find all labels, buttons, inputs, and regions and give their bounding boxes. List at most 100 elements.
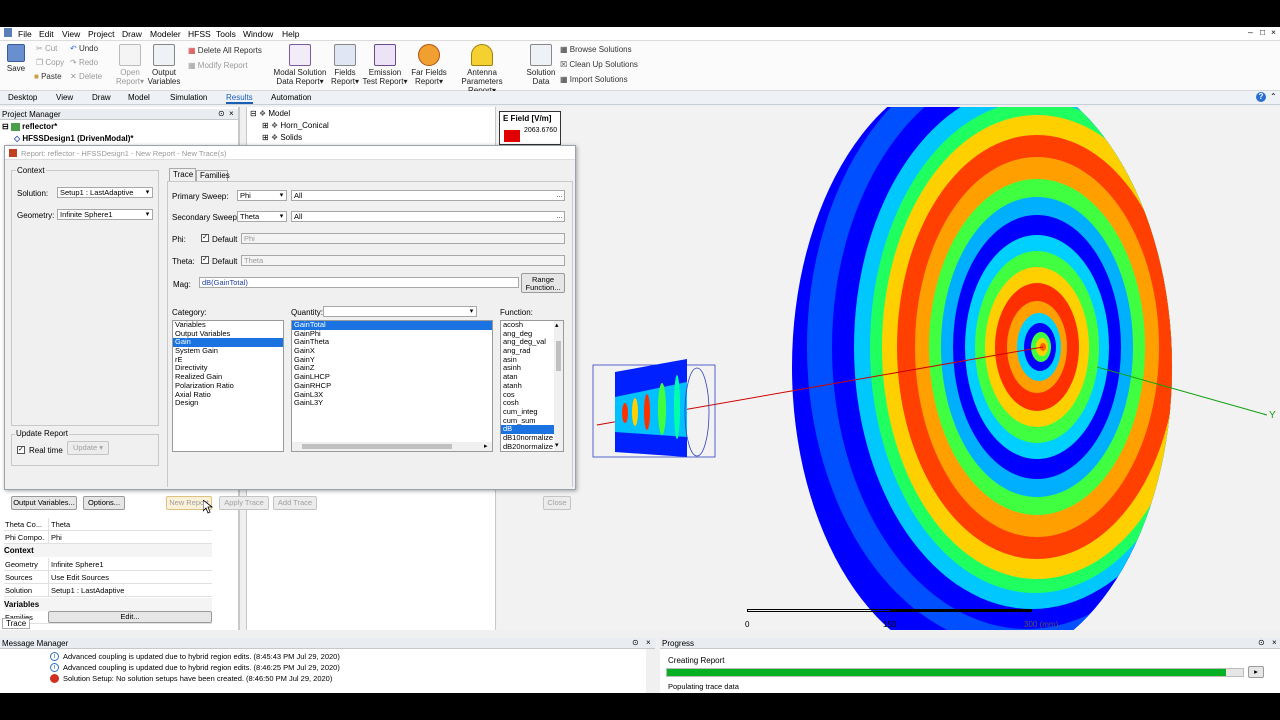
property-row[interactable]: Theta Co... Theta xyxy=(4,518,212,531)
tab-results[interactable]: Results xyxy=(226,93,253,104)
project-manager-close-icon[interactable]: × xyxy=(229,109,234,118)
message-manager-pin-icon[interactable]: ⊙ xyxy=(632,638,639,647)
property-row[interactable]: Solution Setup1 : LastAdaptive xyxy=(4,584,212,597)
tree-item-horn-conical[interactable]: ⊞ ❖ Horn_Conical xyxy=(262,121,329,130)
fields-report-button[interactable]: Fields Report▾ xyxy=(330,44,360,86)
quantity-list[interactable]: GainTotal GainPhi GainTheta GainX GainY GainZ… xyxy=(291,320,493,452)
category-list-item[interactable]: Design xyxy=(173,398,283,408)
tab-trace[interactable]: Trace xyxy=(2,618,30,629)
paste-button[interactable]: ■ Paste xyxy=(34,72,62,81)
real-time-checkbox[interactable]: ✓ xyxy=(17,446,25,454)
quantity-list-item[interactable]: GainTotal xyxy=(292,321,492,330)
quantity-filter-select[interactable]: ▾ xyxy=(323,306,477,317)
far-fields-report-button[interactable]: Far Fields Report▾ xyxy=(410,44,448,86)
quantity-list-item[interactable]: GainL3Y xyxy=(292,398,492,408)
progress-close-icon[interactable]: × xyxy=(1272,638,1277,647)
quantity-list-item[interactable]: GainTheta xyxy=(292,338,492,347)
chevron-right-icon[interactable]: ▸ xyxy=(484,442,488,450)
quantity-hscrollbar[interactable]: ▸ xyxy=(292,442,492,451)
quantity-list-item[interactable]: GainX xyxy=(292,346,492,356)
menu-file[interactable]: File xyxy=(18,29,32,39)
property-row[interactable]: Sources Use Edit Sources xyxy=(4,571,212,584)
menu-draw[interactable]: Draw xyxy=(122,29,142,39)
menu-modeler[interactable]: Modeler xyxy=(150,29,181,39)
message-manager-close-icon[interactable]: × xyxy=(646,638,651,647)
tab-model[interactable]: Model xyxy=(128,93,150,102)
progress-pin-icon[interactable]: ⊙ xyxy=(1258,638,1265,647)
cut-button[interactable]: ✂ Cut xyxy=(36,44,57,53)
secondary-sweep-values[interactable]: All… xyxy=(291,211,565,222)
clean-up-solutions-button[interactable]: ☒ Clean Up Solutions xyxy=(560,60,638,69)
category-list-item[interactable]: System Gain xyxy=(173,346,283,356)
update-button[interactable]: Update ▾ xyxy=(67,441,109,455)
tree-item-design[interactable]: ◇ HFSSDesign1 (DrivenModal)* xyxy=(14,134,134,143)
antenna-parameters-report-button[interactable]: AntennaParameters Report▾ xyxy=(448,44,516,95)
function-vscrollbar[interactable]: ▴ ▾ xyxy=(554,321,563,451)
delete-all-reports-button[interactable]: ▦ Delete All Reports xyxy=(188,46,262,55)
apply-trace-button[interactable]: Apply Trace xyxy=(219,496,269,510)
primary-sweep-select[interactable]: Phi ▾ xyxy=(237,190,287,201)
project-manager-pin-icon[interactable]: ⊙ xyxy=(218,109,225,118)
theta-value-field[interactable]: Theta xyxy=(241,255,565,266)
redo-button[interactable]: ↷ Redo xyxy=(70,58,98,67)
secondary-sweep-select[interactable]: Theta ▾ xyxy=(237,211,287,222)
window-restore-icon[interactable]: □ xyxy=(1260,27,1265,37)
menu-help[interactable]: Help xyxy=(282,29,299,39)
menu-project[interactable]: Project xyxy=(88,29,114,39)
theta-default-checkbox[interactable]: ✓ xyxy=(201,256,209,264)
options-button[interactable]: Options... xyxy=(83,496,125,510)
chevron-down-icon[interactable]: ▾ xyxy=(555,441,559,449)
delete-button[interactable]: ✕ Delete xyxy=(70,72,102,81)
menu-hfss[interactable]: HFSS xyxy=(188,29,211,39)
tab-draw[interactable]: Draw xyxy=(92,93,111,102)
import-solutions-button[interactable]: ▦ Import Solutions xyxy=(560,75,628,84)
solution-data-button[interactable]: Solution Data xyxy=(524,44,558,86)
tree-item-project[interactable]: ⊟ reflector* xyxy=(2,122,57,131)
primary-sweep-values[interactable]: All… xyxy=(291,190,565,201)
mag-expression-field[interactable]: dB(GainTotal) xyxy=(199,277,519,288)
tab-view[interactable]: View xyxy=(56,93,73,102)
families-edit-button[interactable]: Edit... xyxy=(48,611,212,623)
browse-solutions-button[interactable]: ▦ Browse Solutions xyxy=(560,45,632,54)
property-row[interactable]: Phi Compo... Phi xyxy=(4,531,212,544)
property-row[interactable]: Geometry Infinite Sphere1 xyxy=(4,558,212,571)
copy-button[interactable]: ❐ Copy xyxy=(36,58,64,67)
tree-item-solids[interactable]: ⊞ ❖ Solids xyxy=(262,133,302,142)
message-vscrollbar[interactable] xyxy=(646,649,655,693)
solution-select[interactable]: Setup1 : LastAdaptive ▾ xyxy=(57,187,153,198)
phi-default-checkbox[interactable]: ✓ xyxy=(201,234,209,242)
tab-automation[interactable]: Automation xyxy=(271,93,311,102)
range-function-button[interactable]: Range Function... xyxy=(521,273,565,293)
close-button[interactable]: Close xyxy=(543,496,571,510)
undo-button[interactable]: ↶ Undo xyxy=(70,44,98,53)
phi-value-field[interactable]: Phi xyxy=(241,233,565,244)
ribbon-collapse-icon[interactable]: ⌃ xyxy=(1270,92,1277,101)
tab-families-dialog[interactable]: Families xyxy=(196,170,230,181)
tree-item-model[interactable]: ⊟ ❖ Model xyxy=(250,109,290,118)
menu-edit[interactable]: Edit xyxy=(39,29,54,39)
category-list[interactable]: Variables Output Variables Gain System Gain… xyxy=(172,320,284,452)
output-variables-dialog-button[interactable]: Output Variables... xyxy=(11,496,77,510)
save-button[interactable]: Save xyxy=(4,44,28,73)
window-minimize-icon[interactable]: – xyxy=(1248,27,1253,37)
output-variables-button[interactable]: Output Variables xyxy=(147,44,181,86)
progress-stop-button[interactable]: ▸ xyxy=(1248,666,1264,678)
menu-tools[interactable]: Tools xyxy=(216,29,236,39)
quantity-list-item[interactable]: GainY xyxy=(292,355,492,365)
chevron-up-icon[interactable]: ▴ xyxy=(555,321,559,329)
open-report-button[interactable]: Open Report▾ xyxy=(114,44,146,86)
tab-simulation[interactable]: Simulation xyxy=(170,93,207,102)
scroll-thumb[interactable] xyxy=(556,341,561,371)
tab-desktop[interactable]: Desktop xyxy=(8,93,37,102)
add-trace-button[interactable]: Add Trace xyxy=(273,496,317,510)
help-icon[interactable]: ? xyxy=(1256,92,1266,102)
scroll-thumb[interactable] xyxy=(302,444,452,449)
modal-solution-report-button[interactable]: Modal Solution Data Report▾ xyxy=(272,44,328,86)
menu-view[interactable]: View xyxy=(62,29,80,39)
geometry-select[interactable]: Infinite Sphere1 ▾ xyxy=(57,209,153,220)
tab-trace-dialog[interactable]: Trace xyxy=(169,168,196,181)
modify-report-button[interactable]: ▦ Modify Report xyxy=(188,61,248,70)
window-close-icon[interactable]: × xyxy=(1271,27,1276,37)
emission-test-report-button[interactable]: Emission Test Report▾ xyxy=(362,44,408,86)
menu-window[interactable]: Window xyxy=(243,29,273,39)
